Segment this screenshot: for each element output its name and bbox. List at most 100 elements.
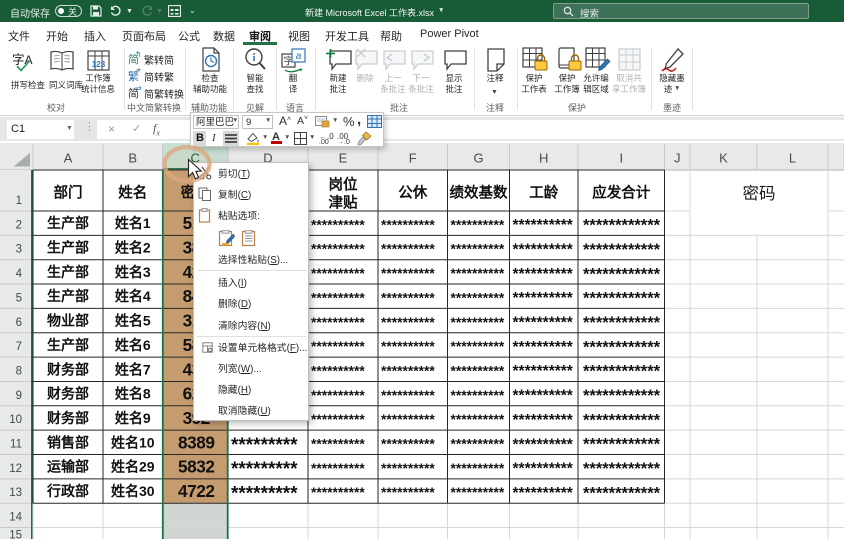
svg-text:************: ************	[583, 217, 661, 235]
svg-text:**********: **********	[513, 436, 574, 453]
svg-text:B: B	[128, 151, 137, 166]
svg-text:**********: **********	[451, 437, 505, 452]
svg-text:生产部: 生产部	[47, 288, 89, 304]
svg-text:9: 9	[16, 390, 22, 402]
svg-text:津贴: 津贴	[329, 194, 358, 212]
svg-text:**********: **********	[451, 266, 505, 281]
svg-text:姓名6: 姓名6	[115, 337, 151, 353]
svg-text:行政部: 行政部	[46, 483, 89, 499]
svg-text:**********: **********	[513, 315, 574, 332]
svg-text:123: 123	[92, 60, 106, 69]
svg-text:姓名30: 姓名30	[111, 483, 155, 499]
svg-text:**********: **********	[513, 217, 574, 234]
svg-text:运输部: 运输部	[47, 459, 89, 475]
svg-text:I: I	[619, 151, 623, 166]
svg-text:*********: *********	[231, 435, 298, 456]
svg-text:**********: **********	[381, 485, 435, 500]
svg-text:**********: **********	[513, 241, 574, 258]
svg-text:************: ************	[583, 338, 661, 356]
svg-text:**********: **********	[513, 461, 574, 478]
svg-text:1: 1	[16, 195, 22, 207]
svg-text:**********: **********	[513, 388, 574, 405]
svg-text:**********: **********	[311, 485, 365, 500]
svg-text:**********: **********	[381, 242, 435, 257]
svg-text:姓名7: 姓名7	[115, 361, 151, 377]
svg-text:F: F	[409, 151, 417, 166]
svg-text:**********: **********	[381, 363, 435, 378]
svg-text:**********: **********	[381, 290, 435, 305]
svg-text:J: J	[674, 151, 681, 166]
svg-text:姓名4: 姓名4	[115, 288, 151, 304]
svg-text:**********: **********	[381, 437, 435, 452]
svg-text:姓名2: 姓名2	[115, 240, 151, 256]
svg-text:**********: **********	[311, 266, 365, 281]
svg-text:**********: **********	[381, 217, 435, 232]
svg-text:**********: **********	[451, 485, 505, 500]
svg-text:销售部: 销售部	[47, 434, 89, 450]
svg-text:**********: **********	[311, 217, 365, 232]
svg-text:12: 12	[9, 463, 22, 475]
svg-text:公休: 公休	[398, 184, 427, 202]
svg-text:11: 11	[10, 439, 22, 451]
svg-text:************: ************	[583, 363, 661, 381]
svg-text:**********: **********	[513, 290, 574, 307]
svg-text:**********: **********	[311, 388, 365, 403]
svg-text:8389: 8389	[178, 432, 214, 452]
svg-text:*********: *********	[231, 459, 298, 480]
svg-text:a: a	[296, 51, 302, 62]
svg-text:4722: 4722	[178, 481, 214, 501]
svg-text:姓名8: 姓名8	[115, 386, 151, 402]
svg-text:姓名5: 姓名5	[115, 313, 151, 329]
svg-text:**********: **********	[311, 363, 365, 378]
svg-text:**********: **********	[311, 242, 365, 257]
svg-text:绩效基数: 绩效基数	[450, 184, 508, 202]
svg-text:姓名9: 姓名9	[115, 410, 151, 426]
svg-text:**********: **********	[311, 461, 365, 476]
svg-text:10: 10	[9, 414, 22, 426]
svg-text:************: ************	[583, 436, 661, 454]
svg-text:************: ************	[583, 241, 661, 259]
svg-text:**********: **********	[451, 315, 505, 330]
svg-text:姓名1: 姓名1	[115, 215, 151, 231]
svg-text:**********: **********	[381, 339, 435, 354]
svg-text:**********: **********	[381, 315, 435, 330]
svg-text:**********: **********	[381, 266, 435, 281]
svg-text:姓名3: 姓名3	[115, 264, 151, 280]
svg-text:**********: **********	[451, 290, 505, 305]
svg-text:************: ************	[583, 290, 661, 308]
svg-text:部门: 部门	[54, 184, 83, 202]
svg-text:K: K	[719, 151, 728, 166]
svg-text:物业部: 物业部	[47, 313, 89, 329]
svg-text:**********: **********	[381, 388, 435, 403]
svg-text:姓名10: 姓名10	[111, 434, 155, 450]
svg-text:姓名: 姓名	[118, 184, 147, 202]
svg-text:**********: **********	[381, 461, 435, 476]
svg-text:**********: **********	[451, 339, 505, 354]
svg-text:**********: **********	[451, 217, 505, 232]
svg-text:14: 14	[9, 512, 22, 524]
svg-text:3: 3	[16, 244, 22, 256]
svg-text:H: H	[539, 151, 548, 166]
svg-text:4: 4	[16, 268, 23, 280]
svg-text:生产部: 生产部	[47, 240, 89, 256]
svg-text:财务部: 财务部	[46, 386, 89, 402]
svg-text:**********: **********	[311, 339, 365, 354]
svg-text:生产部: 生产部	[47, 215, 89, 231]
svg-text:2: 2	[16, 219, 22, 231]
svg-text:财务部: 财务部	[46, 410, 89, 426]
svg-text:应发合计: 应发合计	[592, 184, 650, 202]
svg-text:**********: **********	[513, 363, 574, 380]
svg-text:************: ************	[583, 411, 661, 429]
svg-text:*********: *********	[231, 484, 298, 505]
svg-text:**********: **********	[513, 339, 574, 356]
svg-text:密码: 密码	[743, 184, 776, 203]
svg-text:**********: **********	[451, 242, 505, 257]
svg-text:**********: **********	[451, 461, 505, 476]
svg-text:**********: **********	[451, 412, 505, 427]
svg-text:**********: **********	[311, 437, 365, 452]
svg-text:7: 7	[16, 341, 22, 353]
svg-text:6: 6	[16, 317, 22, 329]
svg-text:**********: **********	[311, 315, 365, 330]
svg-text:**********: **********	[311, 290, 365, 305]
svg-text:生产部: 生产部	[47, 337, 89, 353]
